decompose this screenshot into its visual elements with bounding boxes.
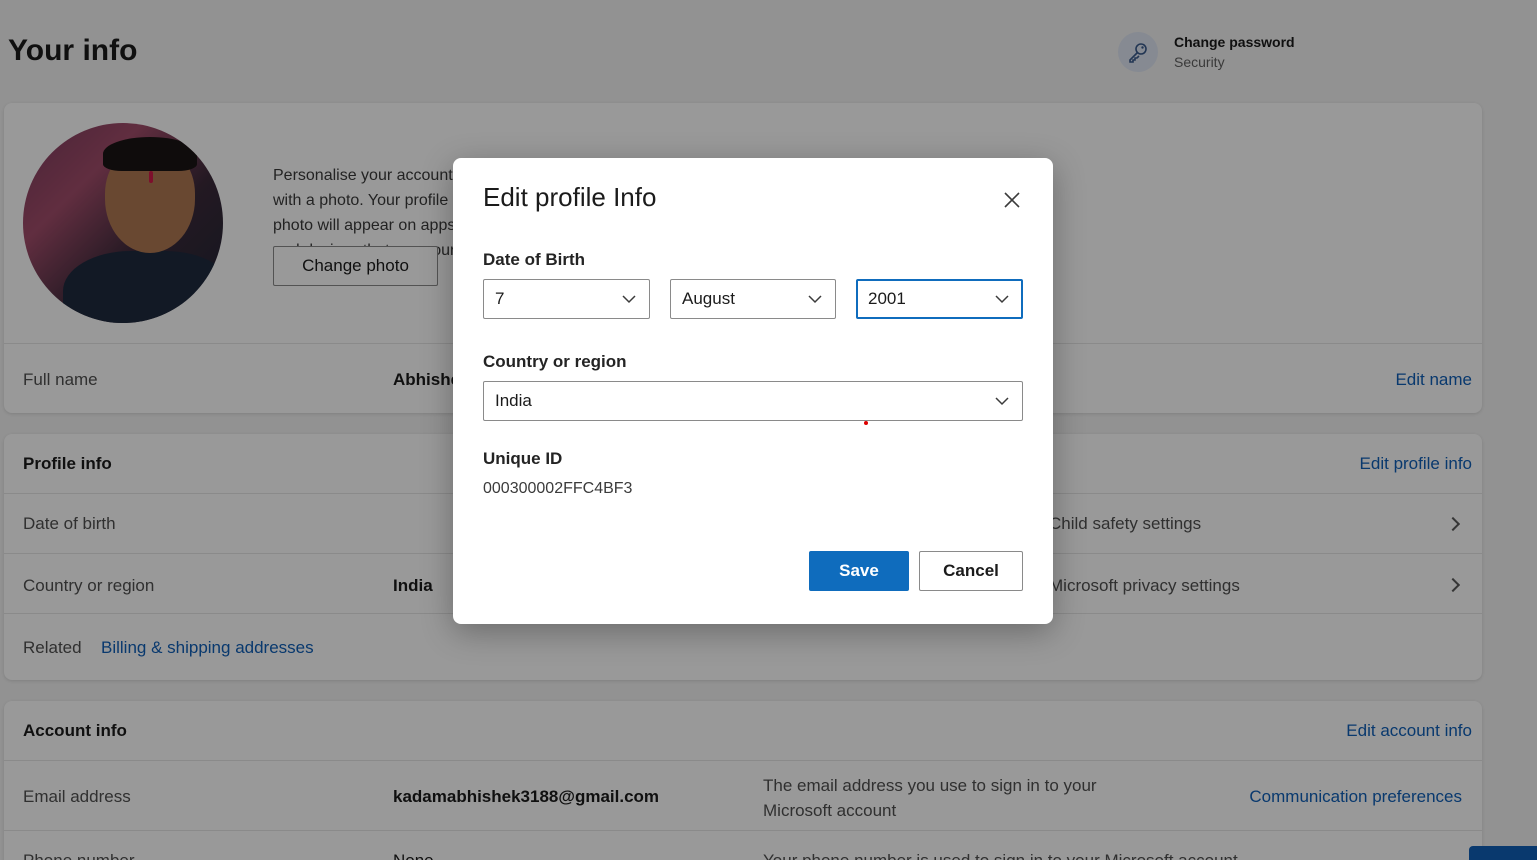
day-select-value: 7	[495, 289, 505, 308]
country-field-label: Country or region	[483, 352, 627, 371]
country-select-value: India	[495, 391, 532, 410]
year-select[interactable]: 2001	[856, 279, 1023, 319]
unique-id-value: 000300002FFC4BF3	[483, 480, 633, 497]
cursor-marker	[864, 421, 868, 425]
close-icon[interactable]	[998, 186, 1026, 214]
chevron-down-icon	[995, 397, 1009, 406]
unique-id-label: Unique ID	[483, 449, 563, 468]
chevron-down-icon	[808, 295, 822, 304]
save-button[interactable]: Save	[809, 551, 909, 591]
dialog-title: Edit profile Info	[483, 182, 657, 212]
month-select[interactable]: August	[670, 279, 836, 319]
edit-profile-dialog: Edit profile Info Date of Birth 7 August…	[453, 158, 1053, 624]
country-select[interactable]: India	[483, 381, 1023, 421]
chevron-down-icon	[622, 295, 636, 304]
chevron-down-icon	[995, 295, 1009, 304]
dob-field-label: Date of Birth	[483, 250, 585, 269]
cancel-button[interactable]: Cancel	[919, 551, 1023, 591]
month-select-value: August	[682, 289, 735, 308]
day-select[interactable]: 7	[483, 279, 650, 319]
year-select-value: 2001	[868, 289, 906, 308]
